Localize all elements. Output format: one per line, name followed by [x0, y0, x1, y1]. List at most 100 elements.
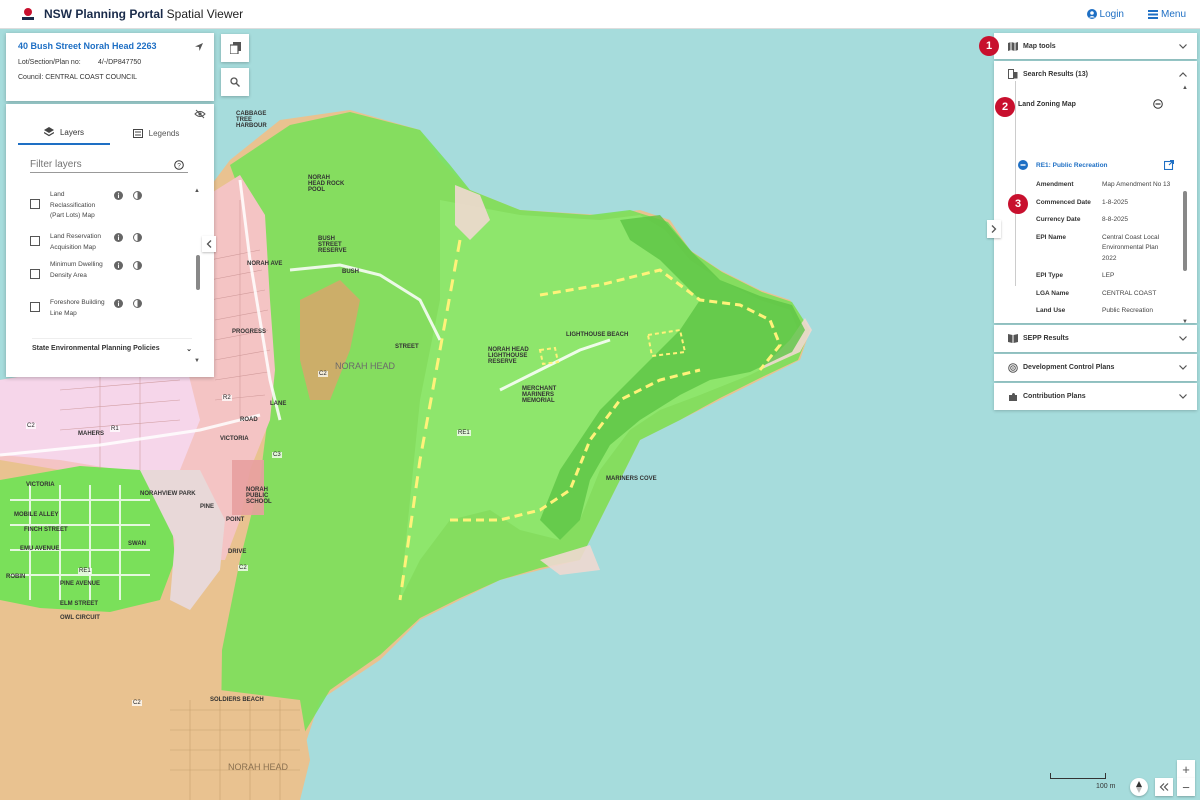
map-label-mariners-cove: MARINERS COVE: [606, 476, 657, 482]
app-title: NSW Planning Portal Spatial Viewer: [44, 7, 244, 21]
map-label-progress: PROGRESS: [232, 329, 267, 335]
layer-checkbox[interactable]: [30, 302, 40, 312]
field-epi-type: EPI Type LEP: [1036, 272, 1115, 279]
map-label-elm: ELM STREET: [60, 601, 99, 607]
address-title[interactable]: 40 Bush Street Norah Head 2263: [18, 41, 202, 51]
sepp-header[interactable]: SEPP Results: [994, 325, 1197, 352]
opacity-icon[interactable]: [133, 261, 142, 273]
info-icon[interactable]: [114, 233, 123, 245]
tab-layers[interactable]: Layers: [18, 121, 110, 145]
map-label-norah-ave: NORAH AVE: [247, 261, 283, 267]
zone-code: R2: [222, 395, 232, 401]
chevron-down-icon: [1179, 394, 1187, 399]
map-label-norah-head: NORAH HEAD: [335, 361, 396, 371]
scale-bar: [1050, 773, 1106, 779]
copy-button[interactable]: [221, 34, 249, 62]
zone-code: C2: [26, 423, 36, 429]
login-button[interactable]: Login: [1086, 9, 1124, 20]
filter-layers-input[interactable]: [30, 156, 188, 173]
layer-name: Foreshore Building Line Map: [50, 299, 105, 317]
map-label-lighthouse-beach: LIGHTHOUSE BEACH: [566, 332, 629, 338]
layers-icon: [43, 127, 54, 137]
annotation-badge-3: 3: [1008, 194, 1028, 214]
zone-code: C2: [238, 565, 248, 571]
zone-code: R1: [110, 426, 120, 432]
layer-checkbox[interactable]: [30, 236, 40, 246]
map-label-mobile-alley: MOBILE ALLEY: [14, 512, 59, 518]
layer-checkbox[interactable]: [30, 199, 40, 209]
user-icon: [1086, 9, 1097, 19]
minus-circle-icon[interactable]: [1018, 160, 1028, 170]
info-icon[interactable]: [114, 191, 123, 203]
layer-name: Minimum Dwelling Density Area: [50, 261, 103, 279]
tab-legends[interactable]: Legends: [110, 121, 202, 145]
contribution-header[interactable]: Contribution Plans: [994, 383, 1197, 410]
search-button[interactable]: [221, 68, 249, 96]
map-label-lighthouse: NORAH HEAD LIGHTHOUSE RESERVE: [488, 347, 529, 365]
collapse-double-left-button[interactable]: [1155, 778, 1173, 796]
results-icon: [1008, 69, 1018, 79]
opacity-icon[interactable]: [133, 233, 142, 245]
zone-row[interactable]: RE1: Public Recreation: [1008, 158, 1178, 172]
chevron-down-icon: [1179, 43, 1187, 49]
svg-text:?: ?: [177, 162, 181, 169]
zone-code: RE1: [457, 430, 471, 436]
chevron-down-icon: [1179, 365, 1187, 370]
external-link-icon[interactable]: [1164, 160, 1174, 170]
locate-icon[interactable]: [194, 42, 204, 55]
map-label-owl: OWL CIRCUIT: [60, 615, 100, 621]
map-label-swan: SWAN: [128, 541, 146, 547]
annotation-badge-2: 2: [995, 97, 1015, 117]
layer-checkbox[interactable]: [30, 269, 40, 279]
land-zoning-map-row[interactable]: Land Zoning Map: [1006, 96, 1185, 112]
scroll-up-arrow: ▲: [1182, 85, 1188, 91]
chevron-down-icon: [1179, 336, 1187, 341]
map-label-norahview: NORAHVIEW PARK: [140, 491, 196, 497]
puzzle-icon: [1009, 392, 1017, 401]
layers-panel: Layers Legends ? ▲ ▼ Land Reclassificati…: [6, 104, 214, 377]
field-lga-name: LGA Name CENTRAL COAST: [1036, 289, 1157, 297]
opacity-icon[interactable]: [133, 299, 142, 311]
spiral-icon: [1008, 362, 1018, 373]
map-label-rock-pool: NORAH HEAD ROCK POOL: [308, 175, 345, 193]
lot-row: Lot/Section/Plan no: 4/-/DP847750: [18, 59, 202, 66]
address-panel: 40 Bush Street Norah Head 2263 Lot/Secti…: [6, 33, 214, 101]
menu-button[interactable]: Menu: [1147, 9, 1186, 20]
field-currency: Currency Date 8-8-2025: [1036, 216, 1129, 223]
zone-code: C3: [272, 452, 282, 458]
compass-button[interactable]: [1130, 778, 1148, 796]
council-text: Council: CENTRAL COAST COUNCIL: [18, 74, 138, 81]
info-icon[interactable]: [114, 261, 123, 273]
search-results-header[interactable]: Search Results (13): [994, 61, 1197, 87]
zoom-out-button[interactable]: −: [1177, 778, 1195, 796]
map-label-soldiers-beach: SOLDIERS BEACH: [210, 697, 264, 703]
annotation-badge-1: 1: [979, 36, 999, 56]
zone-detail: RE1: Public Recreation Amendment Map Amen…: [1008, 158, 1178, 317]
layer-item: Land Reservation Acquisition Map: [30, 232, 200, 254]
opacity-icon[interactable]: [133, 191, 142, 203]
map-label-point: POINT: [226, 517, 245, 523]
results-scrollbar[interactable]: ▲ ▼: [1182, 85, 1188, 325]
collapse-minus-icon[interactable]: [1153, 99, 1163, 109]
field-commenced: Commenced Date 1-8-2025: [1036, 198, 1129, 206]
layer-item: Minimum Dwelling Density Area: [30, 260, 200, 292]
dcp-header[interactable]: Development Control Plans: [994, 354, 1197, 381]
zoom-in-button[interactable]: +: [1177, 760, 1195, 778]
layer-name: Land Reclassification (Part Lots) Map: [50, 191, 96, 219]
lot-label: Lot/Section/Plan no:: [18, 59, 81, 66]
sepp-section-header[interactable]: State Environmental Planning Policies ⌄: [32, 338, 192, 353]
map-tools-header[interactable]: Map tools: [994, 33, 1197, 59]
compass-icon: [1136, 781, 1142, 793]
chevron-up-icon: [1179, 71, 1187, 77]
help-icon[interactable]: ?: [174, 160, 184, 173]
map-label-victoria: VICTORIA: [26, 482, 55, 488]
collapse-right-button[interactable]: [987, 220, 1001, 238]
map-label-pine: PINE: [200, 504, 215, 510]
copy-icon: [229, 42, 241, 54]
map-label-finch: FINCH STREET: [24, 527, 68, 533]
info-icon[interactable]: [114, 299, 123, 311]
contribution-section: Contribution Plans: [994, 383, 1197, 410]
field-epi-name: EPI Name Central Coast Local Environmenta…: [1036, 233, 1160, 262]
collapse-left-button[interactable]: [202, 236, 216, 252]
map-label-pine-avenue: PINE AVENUE: [60, 581, 101, 587]
